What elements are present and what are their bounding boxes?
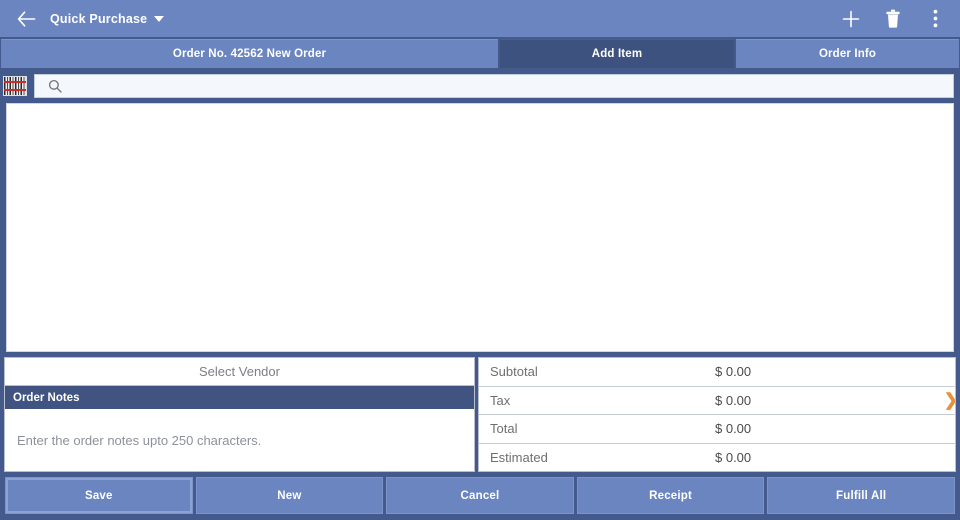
order-items-list[interactable] <box>6 103 954 352</box>
quick-purchase-screen: Quick Purchase Order No. 42562 New Order… <box>0 0 960 520</box>
app-bar-actions <box>840 8 946 30</box>
new-button-label: New <box>277 489 302 502</box>
total-row-total: Total $ 0.00 <box>479 415 955 444</box>
tab-add-item-label: Add Item <box>591 48 643 60</box>
vendor-notes-panel: Select Vendor Order Notes <box>4 357 475 472</box>
summary-section: Select Vendor Order Notes Subtotal $ 0.0… <box>4 357 956 472</box>
chevron-right-icon[interactable]: ❯ <box>944 392 955 409</box>
caret-down-icon[interactable] <box>154 15 165 22</box>
app-bar: Quick Purchase <box>0 0 960 37</box>
save-button[interactable]: Save <box>5 477 193 514</box>
order-notes-input[interactable] <box>17 432 462 448</box>
tab-order-number-label: Order No. 42562 New Order <box>172 48 327 60</box>
cancel-button[interactable]: Cancel <box>386 477 574 514</box>
totals-panel: Subtotal $ 0.00 Tax $ 0.00 ❯ Total $ 0.0… <box>478 357 956 472</box>
tab-strip: Order No. 42562 New Order Add Item Order… <box>0 37 960 71</box>
plus-icon[interactable] <box>840 8 862 30</box>
tab-order-info-label: Order Info <box>818 48 877 60</box>
total-value-total: $ 0.00 <box>715 421 752 437</box>
total-row-estimated: Estimated $ 0.00 <box>479 443 955 471</box>
order-notes-header-label: Order Notes <box>13 391 80 404</box>
cancel-button-label: Cancel <box>460 489 500 502</box>
page-title: Quick Purchase <box>50 11 148 26</box>
tab-order-info[interactable]: Order Info <box>736 39 959 68</box>
receipt-button-label: Receipt <box>649 489 693 502</box>
total-label-total: Total <box>490 421 518 437</box>
total-label-tax: Tax <box>490 392 511 408</box>
select-vendor-button[interactable]: Select Vendor <box>5 358 474 386</box>
total-row-subtotal: Subtotal $ 0.00 <box>479 358 955 387</box>
select-vendor-label: Select Vendor <box>199 364 280 379</box>
overflow-menu-icon[interactable] <box>924 8 946 30</box>
total-value-tax: $ 0.00 <box>715 392 752 408</box>
fulfill-all-button[interactable]: Fulfill All <box>767 477 955 514</box>
new-button[interactable]: New <box>195 477 384 514</box>
tab-order-number[interactable]: Order No. 42562 New Order <box>1 39 498 68</box>
total-label-estimated: Estimated <box>490 449 548 465</box>
tab-add-item[interactable]: Add Item <box>500 39 734 68</box>
app-bar-left: Quick Purchase <box>16 9 840 29</box>
total-label-subtotal: Subtotal <box>490 364 538 380</box>
search-field[interactable] <box>34 74 954 98</box>
order-notes-body[interactable] <box>5 409 474 471</box>
search-icon <box>48 79 62 93</box>
arrow-left-icon[interactable] <box>16 9 36 29</box>
save-button-label: Save <box>84 489 113 502</box>
total-row-tax[interactable]: Tax $ 0.00 ❯ <box>479 386 955 415</box>
order-notes-header: Order Notes <box>5 386 474 409</box>
fulfill-all-button-label: Fulfill All <box>836 489 887 502</box>
search-input[interactable] <box>70 76 945 96</box>
trash-icon[interactable] <box>882 8 904 30</box>
total-value-subtotal: $ 0.00 <box>715 364 752 380</box>
search-row <box>0 71 960 101</box>
total-value-estimated: $ 0.00 <box>715 449 752 465</box>
action-bar: Save New Cancel Receipt Fulfill All <box>0 472 960 520</box>
barcode-scanner-icon[interactable] <box>3 76 27 96</box>
receipt-button[interactable]: Receipt <box>576 477 765 514</box>
